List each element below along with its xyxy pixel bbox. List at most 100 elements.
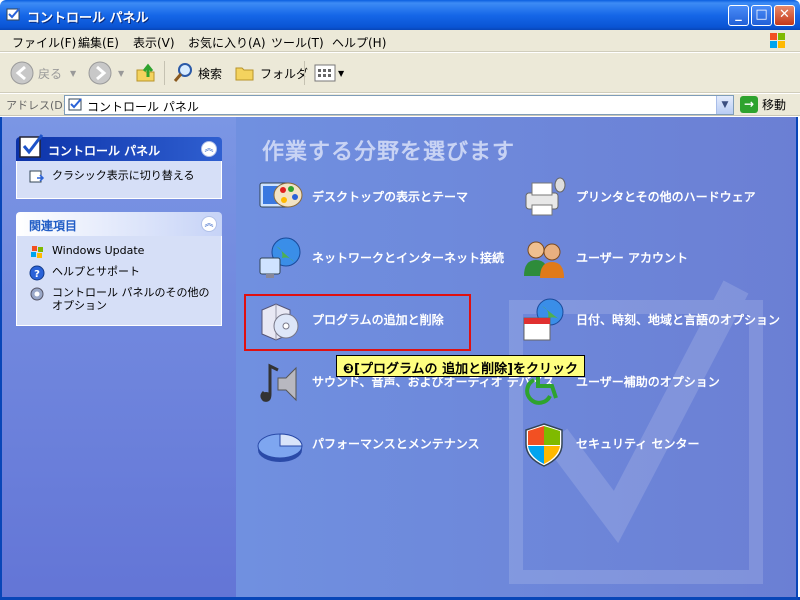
category-label: パフォーマンスとメンテナンス [312,436,480,451]
panel-title: コントロール パネル [48,144,161,158]
other-options-link[interactable]: コントロール パネルのその他のオプション [29,286,213,312]
desktop-theme-icon [259,182,303,208]
sound-icon [260,363,297,402]
category-user-accounts[interactable]: ユーザー アカウント [520,234,688,282]
instruction-callout: ❸[プログラムの 追加と削除]をクリック [336,355,586,377]
category-view: 作業する分野を選びます デスクトップの表示とテーマ プリンタとその他のハードウェ… [236,117,798,600]
back-dropdown-icon[interactable]: ▼ [70,69,76,78]
up-folder-button[interactable] [134,61,158,85]
see-also-task-panel: 関連項目 ︽ Windows Update ? ヘルプとサポート コントロール … [16,212,222,326]
panel-item-label: クラシック表示に切り替える [52,169,195,182]
category-label: サウンド、音声、およびオーディオ デバイス [312,374,555,389]
toolbar: 戻る ▼ ▼ 検索 フォルダ ▼ [0,53,800,93]
folder-icon [235,67,254,81]
category-label: デスクトップの表示とテーマ [312,189,469,204]
menu-view[interactable]: 表示(V) [133,34,175,51]
folders-button[interactable]: フォルダ [234,61,308,85]
address-dropdown-button[interactable]: ▼ [716,96,733,114]
svg-text:?: ? [34,269,40,280]
go-arrow-icon: → [740,96,758,113]
window-title: コントロール パネル [27,11,149,26]
help-icon: ? [29,265,45,281]
menu-favorites[interactable]: お気に入り(A) [188,34,266,51]
back-label: 戻る [38,66,63,81]
windows-logo-icon [770,33,785,48]
panel-item-label: ヘルプとサポート [52,265,140,278]
windows-update-link[interactable]: Windows Update [29,244,213,260]
window-border [0,117,2,600]
go-label: 移動 [762,98,787,112]
address-value: コントロール パネル [87,100,199,114]
category-label: セキュリティ センター [576,436,700,451]
window-border [796,117,798,600]
category-network-internet[interactable]: ネットワークとインターネット接続 [256,234,504,282]
toolbar-separator [164,61,165,85]
panel-item-label: コントロール パネルのその他のオプション [52,286,210,312]
toolbar-separator [304,61,305,85]
collapse-icon[interactable]: ︽ [201,141,217,157]
title-bar[interactable]: コントロール パネル _ □ ✕ [0,0,800,30]
search-icon [173,63,192,82]
category-performance-maintenance[interactable]: パフォーマンスとメンテナンス [256,420,480,468]
category-printers-hardware[interactable]: プリンタとその他のハードウェア [520,173,756,221]
chevron-down-icon: ▼ [721,100,729,110]
folders-label: フォルダ [260,66,309,81]
security-shield-icon [525,423,563,467]
panel-title: 関連項目 [29,219,78,233]
menu-file[interactable]: ファイル(F) [12,34,76,51]
go-button[interactable]: → 移動 [740,96,786,113]
date-time-region-icon [523,298,564,341]
back-button[interactable]: 戻る ▼ [10,61,76,85]
address-bar: アドレス(D) コントロール パネル ▼ → 移動 [0,94,800,116]
performance-icon [257,433,303,462]
back-arrow-icon [10,61,34,85]
network-icon [259,237,301,278]
help-and-support-link[interactable]: ? ヘルプとサポート [29,265,213,281]
forward-button[interactable]: ▼ [88,61,124,85]
control-panel-icon [68,98,82,111]
category-label: ユーザー アカウント [576,250,688,265]
category-desktop-themes[interactable]: デスクトップの表示とテーマ [256,173,468,221]
close-icon: ✕ [779,7,790,22]
menu-help[interactable]: ヘルプ(H) [332,34,386,51]
printer-icon [525,177,566,216]
task-pane: コントロール パネル ︽ クラシック表示に切り替える 関連項目 ︽ Window… [0,117,236,600]
views-icon [314,64,336,82]
search-label: 検索 [198,66,223,81]
up-folder-icon [136,63,155,82]
control-panel-icon [6,8,20,21]
menu-edit[interactable]: 編集(E) [78,34,119,51]
panel-body: クラシック表示に切り替える [16,161,222,199]
options-gear-icon [30,287,44,301]
maximize-button[interactable]: □ [751,5,772,26]
forward-arrow-icon [88,61,112,85]
address-label: アドレス(D) [6,99,68,112]
control-panel-icon [19,134,44,158]
panel-header[interactable]: 関連項目 ︽ [16,212,222,236]
menu-tools[interactable]: ツール(T) [271,34,324,51]
switch-to-classic-view-link[interactable]: クラシック表示に切り替える [29,169,213,185]
menu-bar: ファイル(F) 編集(E) 表示(V) お気に入り(A) ツール(T) ヘルプ(… [0,30,800,52]
panel-body: Windows Update ? ヘルプとサポート コントロール パネルのその他… [16,236,222,326]
category-label: 日付、時刻、地域と言語のオプション [576,312,781,327]
category-date-time-language[interactable]: 日付、時刻、地域と言語のオプション [520,296,780,344]
highlight-box [244,294,471,351]
forward-dropdown-icon[interactable]: ▼ [118,69,124,78]
page-heading: 作業する分野を選びます [262,140,516,165]
close-button[interactable]: ✕ [774,5,795,26]
views-button[interactable]: ▼ [314,61,344,85]
minimize-button[interactable]: _ [728,5,749,26]
address-field[interactable]: コントロール パネル ▼ [64,95,734,115]
collapse-icon[interactable]: ︽ [201,216,217,232]
category-label: プリンタとその他のハードウェア [576,189,756,204]
panel-item-label: Windows Update [52,244,145,257]
content-area: コントロール パネル ︽ クラシック表示に切り替える 関連項目 ︽ Window… [0,117,800,600]
maximize-icon: □ [755,7,768,22]
user-accounts-icon [524,241,564,278]
category-label: ネットワークとインターネット接続 [312,250,505,265]
switch-view-icon [29,170,45,183]
panel-header[interactable]: コントロール パネル ︽ [16,134,222,161]
category-security-center[interactable]: セキュリティ センター [520,420,699,468]
search-button[interactable]: 検索 [172,61,222,85]
minimize-icon: _ [735,7,742,22]
